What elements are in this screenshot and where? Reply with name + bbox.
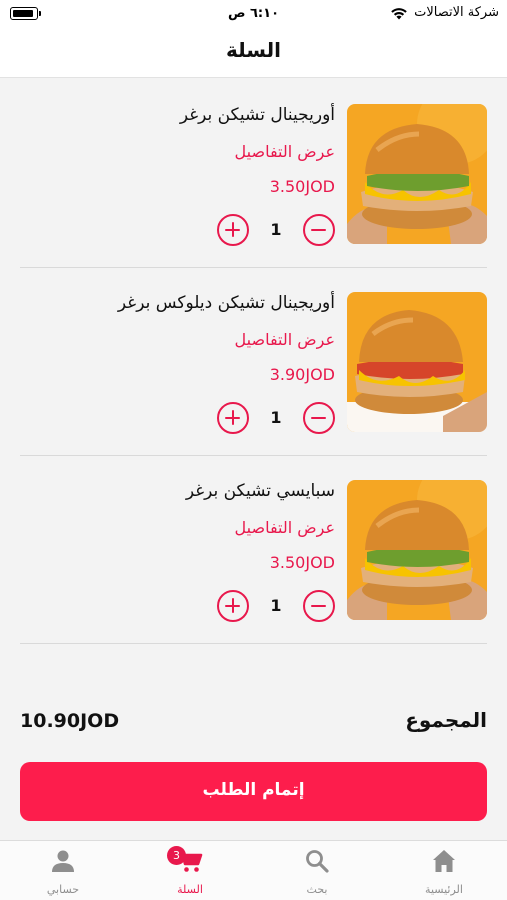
quantity-value: 1 (270, 408, 282, 427)
decrease-quantity-button[interactable] (303, 402, 335, 434)
decrease-quantity-button[interactable] (303, 214, 335, 246)
cart-item: سبايسي تشيكن برغر عرض التفاصيل 3.50JOD 1 (20, 456, 487, 644)
cart-badge: 3 (167, 846, 186, 865)
item-price: 3.90JOD (269, 365, 335, 384)
quantity-value: 1 (270, 220, 282, 239)
home-icon (433, 850, 455, 872)
page-title: السلة (225, 38, 281, 62)
tab-label: حسابي (46, 883, 80, 896)
decrease-quantity-button[interactable] (303, 590, 335, 622)
spicy-chicken-burger-photo[interactable] (347, 480, 487, 620)
tab-label: بحث (306, 883, 328, 896)
cart-item: أوريجينال تشيكن برغر عرض التفاصيل 3.50JO… (20, 80, 487, 268)
item-name: أوريجينال تشيكن ديلوكس برغر (117, 293, 335, 313)
view-details-link[interactable]: عرض التفاصيل (235, 330, 335, 349)
person-icon (52, 850, 74, 872)
divider (20, 643, 487, 644)
quantity-stepper: 1 (217, 214, 335, 246)
item-name: سبايسي تشيكن برغر (185, 481, 335, 501)
increase-quantity-button[interactable] (217, 214, 249, 246)
total-label: المجموع (405, 708, 487, 732)
status-bar: ٦:١٠ ص شركة الاتصالات (0, 0, 507, 28)
wifi-icon (391, 7, 407, 19)
tab-label: الرئيسية (425, 883, 463, 896)
app-screen: ٦:١٠ ص شركة الاتصالات السلة أوريجينال تش… (0, 0, 507, 900)
page-header: السلة (0, 28, 507, 78)
quantity-stepper: 1 (217, 590, 335, 622)
tab-account[interactable]: حسابي (0, 841, 126, 900)
tab-search[interactable]: بحث (254, 841, 380, 900)
status-right: شركة الاتصالات (390, 5, 499, 20)
search-icon (306, 850, 329, 873)
increase-quantity-button[interactable] (217, 590, 249, 622)
quantity-value: 1 (270, 596, 282, 615)
tab-home[interactable]: الرئيسية (381, 841, 507, 900)
checkout-button[interactable]: إتمام الطلب (20, 762, 487, 821)
total-value: 10.90JOD (20, 710, 120, 732)
view-details-link[interactable]: عرض التفاصيل (235, 142, 335, 161)
tab-label: السلة (177, 883, 203, 896)
view-details-link[interactable]: عرض التفاصيل (235, 518, 335, 537)
tab-bar: حسابي 3 السلة بحث الرئيسية (0, 840, 507, 900)
cart-item: أوريجينال تشيكن ديلوكس برغر عرض التفاصيل… (20, 268, 487, 456)
carrier-name: شركة الاتصالات (414, 5, 499, 20)
chicken-burger-photo[interactable] (347, 104, 487, 244)
tab-cart[interactable]: 3 السلة (127, 841, 253, 900)
quantity-stepper: 1 (217, 402, 335, 434)
chicken-deluxe-burger-photo[interactable] (347, 292, 487, 432)
item-name: أوريجينال تشيكن برغر (179, 105, 335, 125)
item-price: 3.50JOD (269, 177, 335, 196)
increase-quantity-button[interactable] (217, 402, 249, 434)
item-price: 3.50JOD (269, 553, 335, 572)
checkout-label: إتمام الطلب (202, 780, 305, 800)
